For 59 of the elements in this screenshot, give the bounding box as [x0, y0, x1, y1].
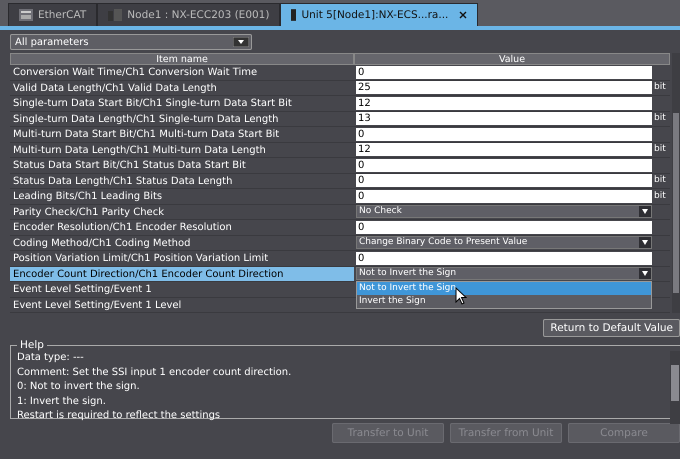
editor-tab[interactable]: Unit 5[Node1]:NX-ECS...ra...	[280, 3, 478, 26]
parameter-name-cell[interactable]: Parity Check/Ch1 Parity Check	[10, 204, 354, 220]
parameter-name-cell[interactable]: Multi-turn Data Length/Ch1 Multi-turn Data Length	[10, 142, 354, 158]
value-input-field[interactable]: 0	[356, 252, 652, 265]
value-input-field[interactable]: 0	[356, 190, 652, 203]
help-text-line: 0: Not to invert the sign.	[17, 380, 141, 394]
scrollbar[interactable]	[670, 351, 680, 424]
help-text-line: Data type: ---	[17, 351, 85, 365]
parameter-name-cell[interactable]: Encoder Count Direction/Ch1 Encoder Count Direction	[10, 266, 354, 282]
parameter-name-cell[interactable]: Leading Bits/Ch1 Leading Bits	[10, 189, 354, 204]
parameter-name-cell[interactable]: Conversion Wait Time/Ch1 Conversion Wait Time	[10, 65, 354, 80]
dropdown-arrow-icon	[233, 37, 249, 47]
unit-label: bit	[653, 112, 667, 126]
ecat-logo-icon	[19, 9, 33, 21]
mouse-pointer-icon	[455, 286, 467, 304]
value-input-field[interactable]: 0	[356, 174, 652, 188]
value-dropdown[interactable]: No Check	[356, 205, 652, 218]
column-header: Item name	[10, 53, 354, 65]
parameter-name-cell[interactable]: Event Level Setting/Event 1	[10, 282, 354, 298]
value-input-field[interactable]: 12	[356, 143, 652, 156]
help-text-line: 1: Invert the sign.	[17, 394, 107, 408]
editor-tab[interactable]: Node1 : NX-ECC203 (E001)	[97, 3, 280, 26]
value-input-field[interactable]: 0	[356, 158, 652, 172]
editor-tab[interactable]: EtherCAT	[8, 3, 98, 26]
value-input-field[interactable]: 0	[356, 66, 652, 79]
tab-label: Node1 : NX-ECC203 (E001)	[127, 9, 270, 21]
value-dropdown[interactable]: Not to Invert the Sign	[356, 267, 652, 280]
value-input-field[interactable]: 25	[356, 81, 652, 94]
unit-icon	[291, 9, 296, 21]
parameter-name-cell[interactable]: Coding Method/Ch1 Coding Method	[10, 236, 354, 251]
parameter-name-cell[interactable]: Single-turn Data Length/Ch1 Single-turn Data Length	[10, 112, 354, 127]
return-to-default-button[interactable]: Return to Default Value	[543, 319, 680, 337]
value-input-field[interactable]: 13	[356, 112, 652, 126]
parameter-name-cell[interactable]: Status Data Start Bit/Ch1 Status Data Start Bit	[10, 158, 354, 174]
value-input-field[interactable]: 0	[356, 220, 652, 234]
parameter-name-cell[interactable]: Event Level Setting/Event 1 Level	[10, 298, 354, 313]
help-text-line: Comment: Set the SSI input 1 encoder count direction.	[17, 366, 292, 380]
unit-label: bit	[653, 174, 667, 188]
parameter-name-cell[interactable]: Status Data Length/Ch1 Status Data Length	[10, 174, 354, 189]
close-icon[interactable]	[459, 11, 468, 19]
parameter-name-cell[interactable]: Multi-turn Data Start Bit/Ch1 Multi-turn Data Start Bit	[10, 127, 354, 142]
value-input-field[interactable]: 12	[356, 96, 652, 110]
column-header: Value	[354, 53, 670, 65]
unit-label: bit	[653, 190, 667, 203]
help-text-line: Restart is required to reflect the settings	[17, 409, 222, 423]
tab-label: EtherCAT	[38, 9, 86, 21]
value-dropdown[interactable]: Change Binary Code to Present Value	[356, 236, 652, 250]
device-icon	[108, 9, 122, 21]
parameter-name-cell[interactable]: Valid Data Length/Ch1 Valid Data Length	[10, 80, 354, 96]
value-input-field[interactable]: 0	[356, 128, 652, 141]
parameter-name-cell[interactable]: Single-turn Data Start Bit/Ch1 Single-turn Data Start Bit	[10, 96, 354, 112]
tab-label: Unit 5[Node1]:NX-ECS...ra...	[301, 9, 448, 21]
filter-dropdown[interactable]: All parameters	[10, 34, 252, 50]
dropdown-option[interactable]: Invert the Sign	[357, 294, 651, 308]
unit-label: bit	[653, 143, 667, 156]
scrollbar[interactable]	[672, 53, 680, 313]
unit-label: bit	[653, 81, 667, 94]
parameter-name-cell[interactable]: Encoder Resolution/Ch1 Encoder Resolution	[10, 220, 354, 236]
help-title: Help	[19, 339, 45, 351]
